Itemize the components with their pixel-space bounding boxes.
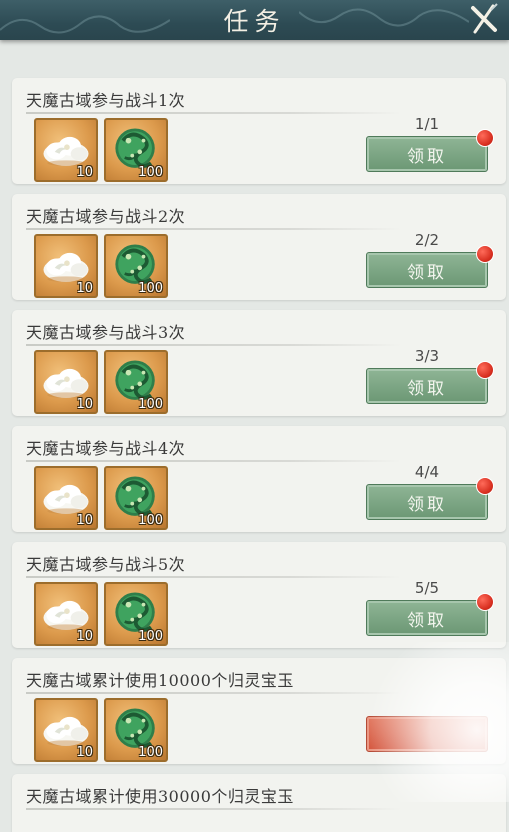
task-progress: 3/3 (414, 347, 440, 365)
reward-quantity: 10 (76, 397, 93, 412)
notification-dot (476, 245, 494, 263)
reward-slot[interactable]: 10 (34, 234, 98, 298)
reward-slot[interactable]: 100 (104, 350, 168, 414)
task-progress: 1/1 (414, 115, 440, 133)
reward-quantity: 10 (76, 513, 93, 528)
notification-dot (476, 593, 494, 611)
divider (26, 576, 401, 578)
close-icon (471, 3, 498, 34)
task-progress: 4/4 (414, 463, 440, 481)
task-title: 天魔古域参与战斗5次 (26, 555, 186, 574)
divider (26, 808, 401, 810)
task-card: 天魔古域累计使用30000个归灵宝玉 (12, 774, 506, 832)
claim-button[interactable]: 领取 (366, 368, 488, 404)
claim-button[interactable]: 领取 (366, 600, 488, 636)
go-button[interactable] (366, 716, 488, 752)
reward-slot[interactable]: 10 (34, 582, 98, 646)
reward-quantity: 10 (76, 281, 93, 296)
claim-button[interactable]: 领取 (366, 484, 488, 520)
reward-quantity: 10 (76, 745, 93, 760)
divider (26, 112, 401, 114)
reward-quantity: 100 (138, 513, 163, 528)
task-progress: 5/5 (414, 579, 440, 597)
task-card: 天魔古域累计使用10000个归灵宝玉 10 100 (12, 658, 506, 764)
divider (26, 344, 401, 346)
task-title: 天魔古域参与战斗4次 (26, 439, 186, 458)
reward-quantity: 10 (76, 165, 93, 180)
reward-slot[interactable]: 100 (104, 118, 168, 182)
reward-quantity: 10 (76, 629, 93, 644)
reward-slot[interactable]: 100 (104, 582, 168, 646)
notification-dot (476, 129, 494, 147)
task-card: 天魔古域参与战斗5次 10 100 5/5 领取 (12, 542, 506, 648)
reward-slot[interactable]: 10 (34, 698, 98, 762)
reward-slot[interactable]: 100 (104, 234, 168, 298)
divider (26, 692, 401, 694)
reward-quantity: 100 (138, 629, 163, 644)
task-list[interactable]: 天魔古域参与战斗1次 10 100 1/1 领取 天魔古域参与战斗2次 10 1… (0, 40, 509, 832)
reward-slot[interactable]: 100 (104, 466, 168, 530)
reward-slot[interactable]: 10 (34, 350, 98, 414)
reward-slot[interactable]: 100 (104, 698, 168, 762)
claim-button[interactable]: 领取 (366, 252, 488, 288)
task-title: 天魔古域参与战斗3次 (26, 323, 186, 342)
reward-slot[interactable]: 10 (34, 118, 98, 182)
reward-quantity: 100 (138, 281, 163, 296)
task-title: 天魔古域参与战斗1次 (26, 91, 186, 110)
page-title: 任务 (223, 7, 286, 36)
notification-dot (476, 477, 494, 495)
close-button[interactable] (469, 2, 499, 34)
task-card: 天魔古域参与战斗2次 10 100 2/2 领取 (12, 194, 506, 300)
divider (26, 460, 401, 462)
task-card: 天魔古域参与战斗1次 10 100 1/1 领取 (12, 78, 506, 184)
task-card: 天魔古域参与战斗3次 10 100 3/3 领取 (12, 310, 506, 416)
reward-quantity: 100 (138, 397, 163, 412)
reward-quantity: 100 (138, 165, 163, 180)
task-title: 天魔古域累计使用10000个归灵宝玉 (26, 671, 294, 690)
notification-dot (476, 361, 494, 379)
claim-button[interactable]: 领取 (366, 136, 488, 172)
reward-slot[interactable]: 10 (34, 466, 98, 530)
header-bar: 任务 (0, 0, 509, 40)
divider (26, 228, 401, 230)
reward-quantity: 100 (138, 745, 163, 760)
task-progress: 2/2 (414, 231, 440, 249)
task-title: 天魔古域累计使用30000个归灵宝玉 (26, 787, 294, 806)
task-card: 天魔古域参与战斗4次 10 100 4/4 领取 (12, 426, 506, 532)
task-title: 天魔古域参与战斗2次 (26, 207, 186, 226)
